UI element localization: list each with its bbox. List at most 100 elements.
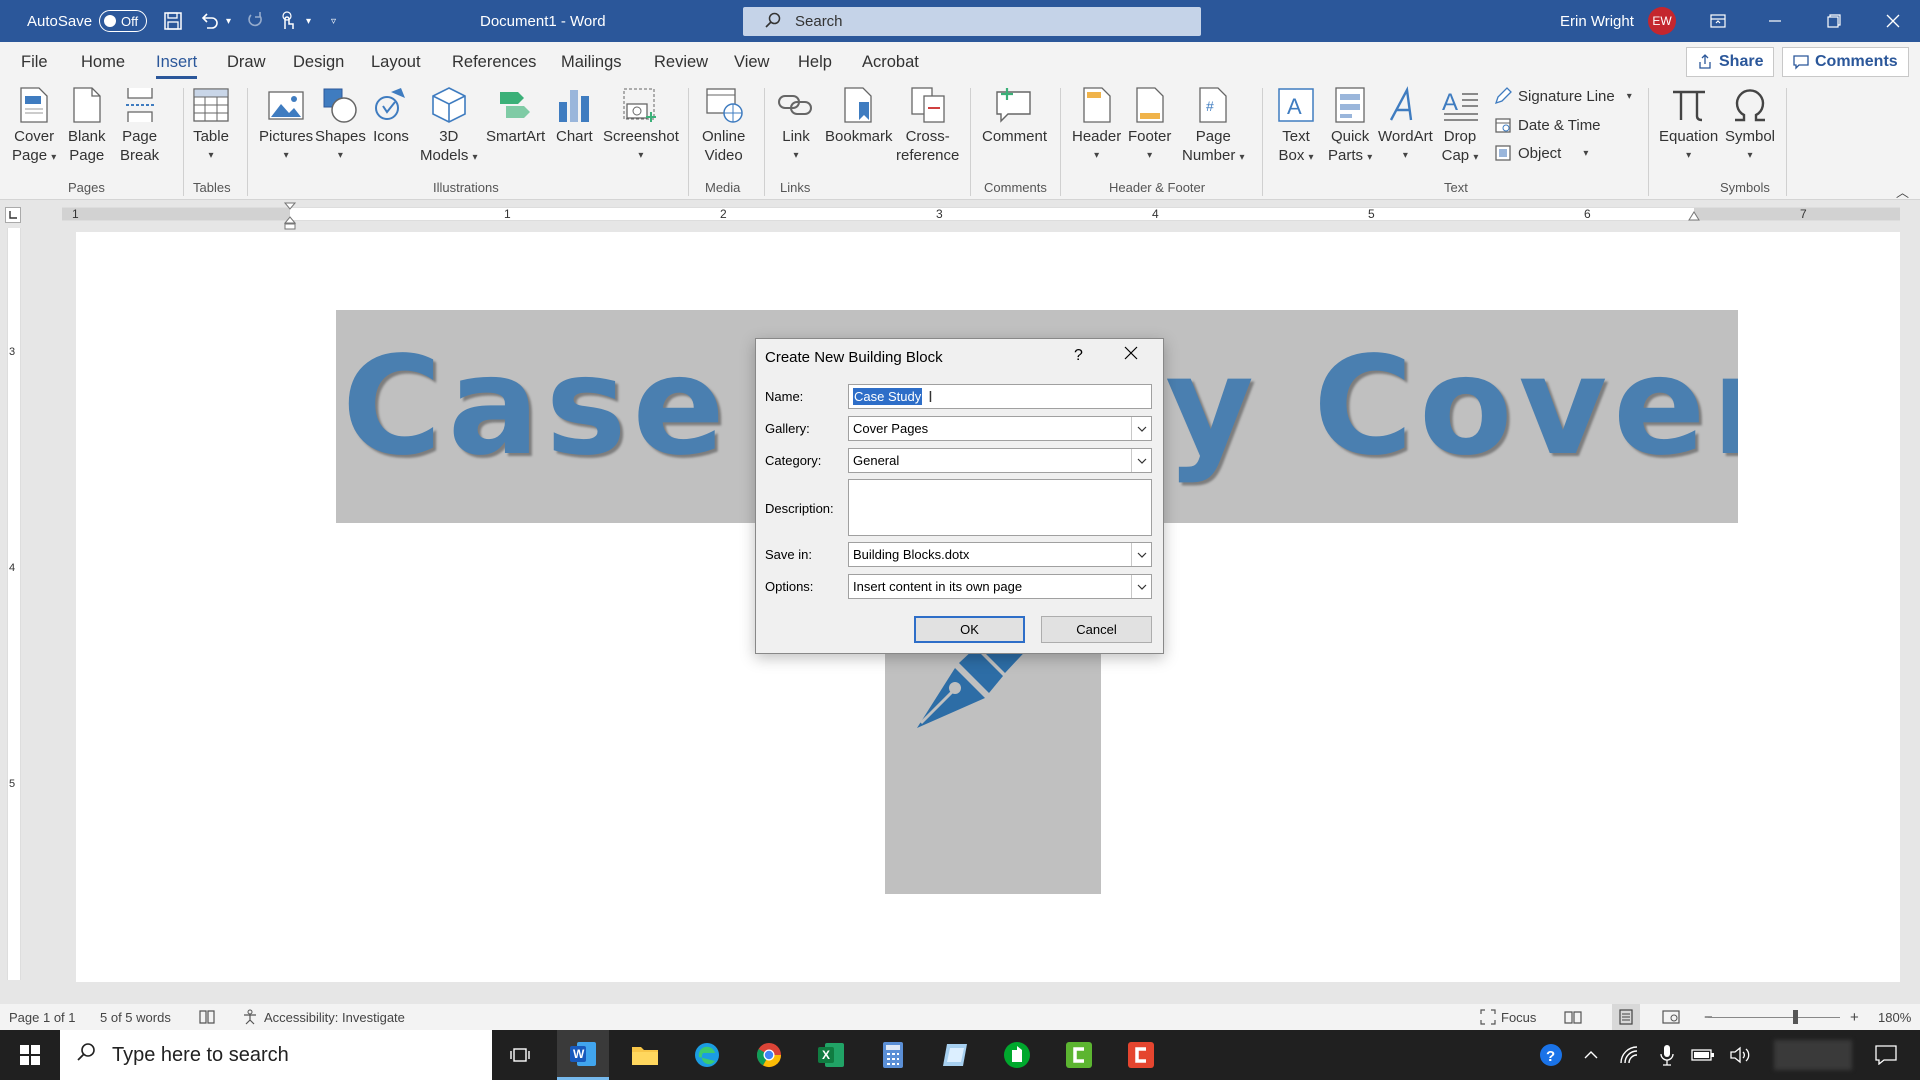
options-select[interactable]: Insert content in its own page [848,574,1152,599]
help-circle-icon[interactable]: ? [1536,1030,1566,1080]
print-layout-icon[interactable] [1612,1004,1640,1030]
help-button[interactable]: ? [1074,347,1083,365]
gallery-select[interactable]: Cover Pages [848,416,1152,441]
description-field[interactable] [848,479,1152,536]
signature-line-button[interactable]: Signature Line ▾ [1494,87,1632,105]
cover-page-button[interactable]: Cover Page ▾ [12,86,56,167]
date-time-button[interactable]: Date & Time [1494,116,1601,134]
tab-view[interactable]: View [734,42,769,82]
page-count[interactable]: Page 1 of 1 [9,1004,76,1030]
calculator-icon[interactable] [867,1030,919,1080]
smartart-button[interactable]: SmartArt [486,86,545,146]
battery-icon[interactable] [1688,1030,1718,1080]
edge-browser-icon[interactable] [681,1030,733,1080]
chrome-browser-icon[interactable] [743,1030,795,1080]
footer-button[interactable]: Footer ▾ [1128,86,1171,165]
pictures-button[interactable]: Pictures ▾ [259,86,313,165]
clock-area[interactable] [1768,1030,1858,1080]
drop-cap-button[interactable]: A Drop Cap ▾ [1440,86,1480,167]
user-name[interactable]: Erin Wright [1560,0,1634,42]
tab-draw[interactable]: Draw [227,42,266,82]
notification-center-icon[interactable] [1866,1030,1906,1080]
task-view-icon[interactable] [494,1030,546,1080]
autosave-toggle[interactable]: Off [99,10,147,32]
create-building-block-dialog[interactable]: Create New Building Block ? Name: Case S… [755,338,1164,654]
collapse-ribbon-icon[interactable]: ︿ [1896,182,1909,201]
header-button[interactable]: Header ▾ [1072,86,1121,165]
dialog-close-button[interactable] [1124,344,1138,366]
excel-app-icon[interactable]: X [805,1030,857,1080]
category-select[interactable]: General [848,448,1152,473]
taskbar-search[interactable]: Type here to search [60,1030,492,1080]
chevron-down-icon[interactable] [1131,543,1151,566]
chart-button[interactable]: Chart [556,86,593,146]
tab-mailings[interactable]: Mailings [561,42,622,82]
3d-models-button[interactable]: 3D Models ▾ [420,86,478,167]
search-box[interactable]: Search [743,7,1201,36]
chevron-down-icon[interactable] [1131,575,1151,598]
evernote-icon[interactable] [991,1030,1043,1080]
close-icon[interactable] [1870,0,1916,42]
customize-toolbar-icon[interactable]: ▿ [331,0,336,42]
tab-layout[interactable]: Layout [371,42,421,82]
touch-mode-dropdown-icon[interactable]: ▾ [306,0,311,42]
notes-app-icon[interactable] [929,1030,981,1080]
table-button[interactable]: Table ▾ [192,86,230,165]
ribbon-display-options-icon[interactable] [1695,0,1741,42]
focus-mode-button[interactable]: Focus [1480,1004,1536,1030]
undo-dropdown-icon[interactable]: ▾ [226,0,231,42]
comment-button[interactable]: Comment [982,86,1047,146]
zoom-slider-track[interactable] [1708,1017,1840,1018]
wifi-icon[interactable] [1616,1030,1642,1080]
tab-review[interactable]: Review [654,42,708,82]
equation-button[interactable]: Equation ▾ [1659,86,1718,165]
zoom-in-icon[interactable]: + [1850,1004,1859,1030]
name-field[interactable]: Case Study Ⅰ [848,384,1152,409]
tab-selector[interactable] [5,207,21,223]
ok-button[interactable]: OK [914,616,1025,643]
read-mode-icon[interactable] [1564,1004,1582,1030]
wordart-button[interactable]: WordArt ▾ [1378,86,1433,165]
cancel-button[interactable]: Cancel [1041,616,1152,643]
touch-mode-icon[interactable] [278,0,298,42]
microphone-icon[interactable] [1654,1030,1680,1080]
accessibility-checker[interactable]: Accessibility: Investigate [242,1004,405,1030]
shapes-button[interactable]: Shapes ▾ [315,86,366,165]
undo-icon[interactable] [199,0,219,42]
text-box-button[interactable]: A Text Box ▾ [1276,86,1316,167]
tab-acrobat[interactable]: Acrobat [862,42,919,82]
object-button[interactable]: Object ▾ [1494,144,1588,162]
tab-design[interactable]: Design [293,42,344,82]
page-number-button[interactable]: # Page Number ▾ [1182,86,1245,167]
avatar[interactable]: EW [1648,7,1676,35]
cross-reference-button[interactable]: Cross- reference [896,86,959,165]
horizontal-ruler[interactable]: 1 1 2 3 4 5 6 7 [62,207,1900,221]
camtasia-green-icon[interactable] [1053,1030,1105,1080]
web-layout-icon[interactable] [1662,1004,1680,1030]
file-explorer-icon[interactable] [619,1030,671,1080]
right-indent-marker[interactable] [1688,210,1700,222]
icons-button[interactable]: Icons [371,86,411,146]
zoom-slider-thumb[interactable] [1793,1010,1798,1024]
quick-parts-button[interactable]: Quick Parts ▾ [1328,86,1372,167]
screenshot-button[interactable]: Screenshot ▾ [603,86,679,165]
vertical-ruler[interactable]: 3 4 5 [7,228,21,980]
tab-file[interactable]: File [21,42,48,82]
proofing-book-icon[interactable] [198,1004,216,1030]
chevron-down-icon[interactable] [1131,417,1151,440]
volume-icon[interactable] [1726,1030,1756,1080]
show-hidden-icons-icon[interactable] [1578,1030,1604,1080]
online-video-button[interactable]: Online Video [702,86,745,165]
redo-icon[interactable] [245,0,265,42]
bookmark-button[interactable]: Bookmark [825,86,893,146]
chevron-down-icon[interactable] [1131,449,1151,472]
symbol-button[interactable]: Symbol ▾ [1725,86,1775,165]
page-break-button[interactable]: Page Break [120,86,159,165]
start-button[interactable] [4,1030,56,1080]
blank-page-button[interactable]: Blank Page [68,86,106,165]
indent-marker[interactable] [283,202,297,230]
tab-references[interactable]: References [452,42,536,82]
save-icon[interactable] [163,0,183,42]
camtasia-red-icon[interactable] [1115,1030,1167,1080]
link-button[interactable]: Link ▾ [776,86,816,165]
